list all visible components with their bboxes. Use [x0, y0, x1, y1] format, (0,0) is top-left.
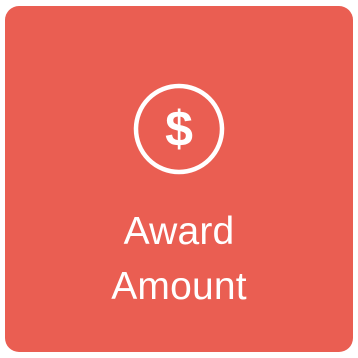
tile-label: Award Amount [5, 204, 353, 314]
dollar-circle-icon: $ [132, 82, 226, 176]
award-amount-tile[interactable]: $ Award Amount [5, 6, 353, 352]
tile-label-line1: Award [123, 210, 235, 253]
svg-text:$: $ [165, 101, 193, 157]
tile-label-line2: Amount [111, 265, 247, 308]
